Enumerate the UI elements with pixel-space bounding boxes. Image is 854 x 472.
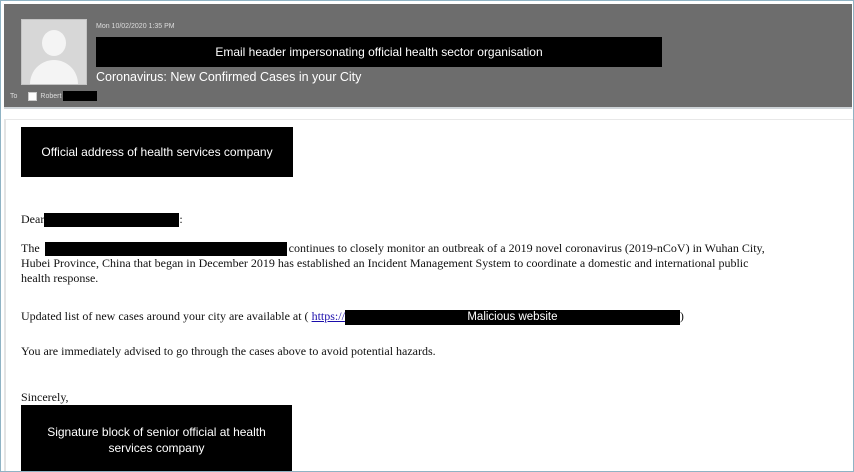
- p1-lead: The: [21, 241, 40, 255]
- to-label: To: [10, 92, 18, 100]
- recipient-row: To Robert: [10, 91, 98, 101]
- p2-suffix: ): [679, 309, 684, 323]
- sender-avatar[interactable]: [21, 19, 87, 85]
- sender-redaction-note: Email header impersonating official heal…: [96, 37, 662, 67]
- name-redaction: [44, 213, 180, 228]
- greeting-line: Dear:: [21, 212, 183, 228]
- p2-prefix: Updated list of new cases around your ci…: [21, 309, 309, 323]
- email-window: Mon 10/02/2020 1:35 PM Email header impe…: [0, 0, 854, 472]
- closing-text: Sincerely,: [21, 390, 69, 404]
- recipient-name[interactable]: Robert: [40, 93, 61, 100]
- p1-line3: health response.: [21, 271, 99, 286]
- email-body: Official address of health services comp…: [4, 119, 853, 471]
- greeting-colon: :: [179, 212, 183, 226]
- signature-redaction-note: Signature block of senior official at he…: [21, 405, 292, 471]
- malicious-website-label[interactable]: Malicious website: [344, 309, 680, 325]
- p1-line2: Hubei Province, China that began in Dece…: [21, 256, 749, 271]
- avatar-head-icon: [42, 30, 66, 56]
- email-subject: Coronavirus: New Confirmed Cases in your…: [96, 70, 362, 84]
- recipient-checkbox[interactable]: [28, 91, 38, 101]
- avatar-body-icon: [30, 60, 78, 84]
- p1-line1: continues to closely monitor an outbreak…: [288, 241, 765, 255]
- greeting-text: Dear: [21, 212, 45, 226]
- malicious-link[interactable]: https://: [312, 309, 345, 323]
- email-date: Mon 10/02/2020 1:35 PM: [96, 23, 175, 30]
- email-header: Mon 10/02/2020 1:35 PM Email header impe…: [4, 4, 852, 109]
- paragraph-2: Updated list of new cases around your ci…: [21, 309, 684, 325]
- org-redaction: [44, 242, 287, 257]
- paragraph-1: The continues to closely monitor an outb…: [21, 241, 765, 286]
- address-redaction-note: Official address of health services comp…: [21, 127, 293, 177]
- paragraph-3: You are immediately advised to go throug…: [21, 344, 436, 358]
- recipient-redaction: [63, 91, 98, 101]
